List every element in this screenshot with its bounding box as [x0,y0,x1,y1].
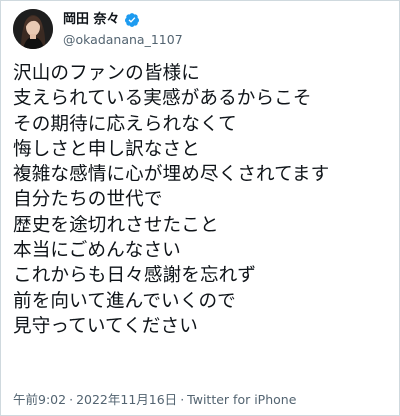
user-handle[interactable]: @okadanana_1107 [63,31,183,49]
meta-separator: · [180,392,185,407]
tweet-line: 支えられている実感があるからこそ [13,88,312,110]
tweet-metadata: 午前9:02 · 2022年11月16日 · Twitter for iPhone [13,392,296,408]
tweet-line: 悔しさと申し訳なさと [13,138,200,160]
tweet-card: 岡田 奈々 @okadanana_1107 沢山のファンの皆様に 支えられている… [0,0,400,416]
author-names: 岡田 奈々 @okadanana_1107 [63,10,183,49]
tweet-line: 前を向いて進んでいくので [13,290,236,312]
verified-badge-icon [124,12,140,28]
tweet-header: 岡田 奈々 @okadanana_1107 [13,9,387,49]
avatar[interactable] [13,9,53,49]
tweet-timestamp-link[interactable]: 午前9:02 · 2022年11月16日 [13,392,177,407]
tweet-time: 午前9:02 [13,392,67,407]
tweet-line: 歴史を途切れさせたこと [13,214,219,236]
tweet-date: 2022年11月16日 [76,392,178,407]
tweet-line: 見守っていてください [13,315,198,337]
tweet-line: その期待に応えられなくて [13,113,237,135]
tweet-source-link[interactable]: Twitter for iPhone [187,392,296,407]
meta-separator: · [69,392,74,407]
tweet-text: 沢山のファンの皆様に 支えられている実感があるからこそ その期待に応えられなくて… [13,61,393,339]
tweet-line: 本当にごめんなさい [13,240,181,262]
tweet-line: 自分たちの世代で [13,189,163,211]
tweet-line: 沢山のファンの皆様に [13,63,200,84]
tweet-line: 複雑な感情に心が埋め尽くされてます [13,164,330,186]
display-name[interactable]: 岡田 奈々 [63,10,120,29]
display-name-row: 岡田 奈々 [63,10,183,29]
profile-photo [13,9,53,49]
tweet-line: これからも日々感謝を忘れず [13,265,257,287]
